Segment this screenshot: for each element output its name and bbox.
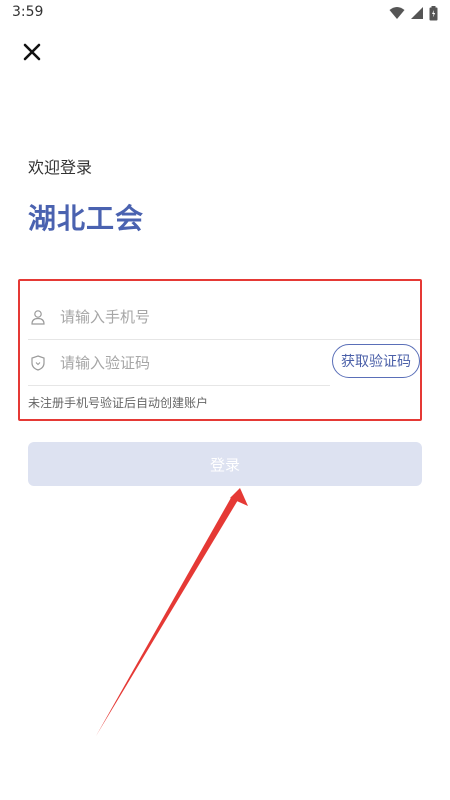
status-time: 3:59 [12,4,44,20]
login-button[interactable]: 登录 [28,442,422,486]
status-icons [389,5,438,21]
battery-icon [429,5,438,20]
code-field-row [28,341,330,386]
user-icon [30,309,46,325]
phone-input[interactable] [60,302,420,332]
code-input[interactable] [60,348,330,378]
wifi-icon [389,7,405,19]
signal-icon [411,7,423,19]
register-hint: 未注册手机号验证后自动创建账户 [28,396,209,410]
status-bar: 3:59 [0,0,450,26]
close-icon [23,43,41,61]
app-title: 湖北工会 [28,202,145,235]
phone-field-row [28,295,420,340]
close-button[interactable] [20,40,44,64]
welcome-text: 欢迎登录 [28,158,93,177]
shield-icon [30,355,46,371]
get-code-button[interactable]: 获取验证码 [332,344,420,378]
login-screen: 3:59 欢迎登录 湖北工会 请输入手机号 请输入验证码 获取验证码 未注册手机… [0,0,450,800]
